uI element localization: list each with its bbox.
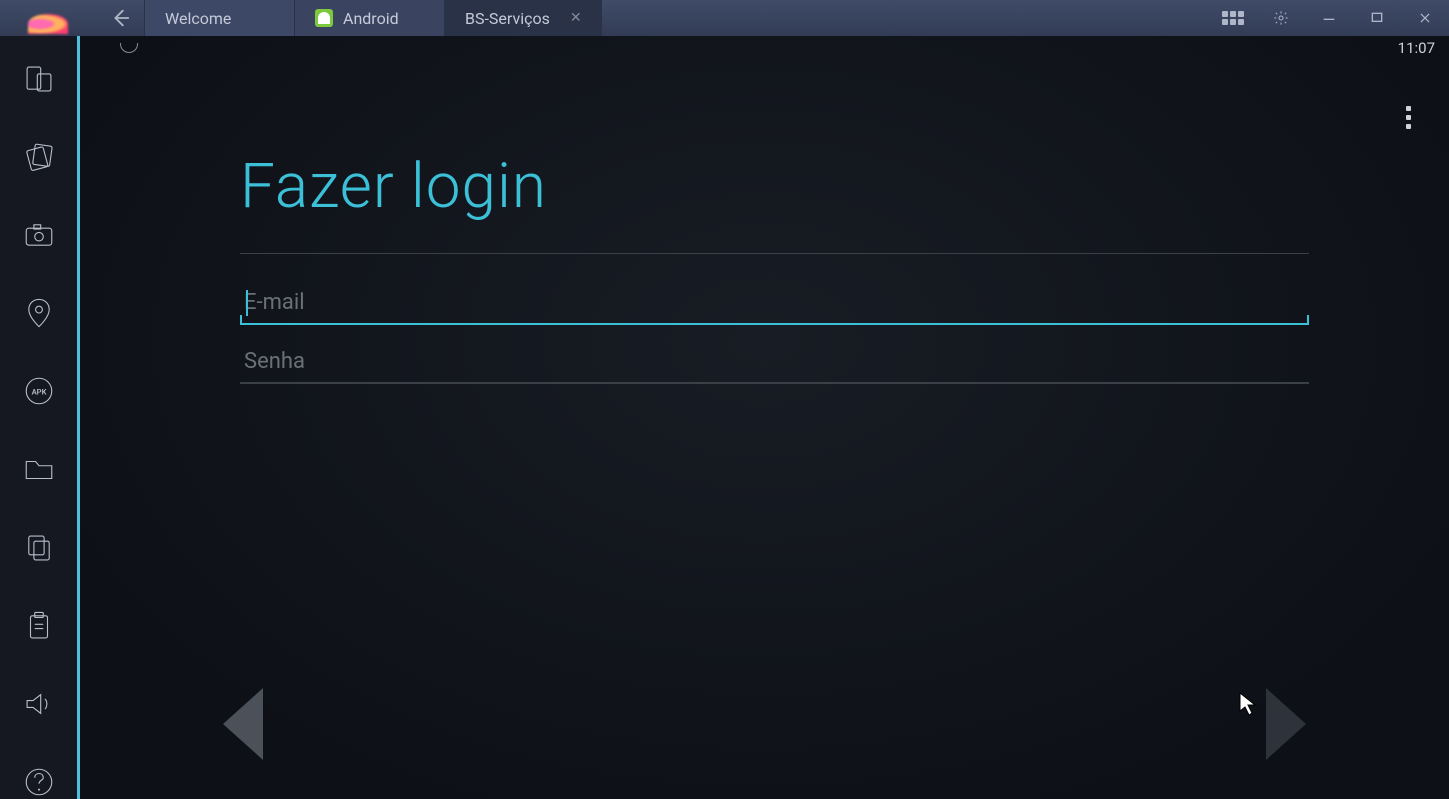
triangle-right-icon bbox=[1252, 682, 1316, 766]
next-button[interactable] bbox=[1249, 679, 1319, 769]
close-icon bbox=[1418, 11, 1432, 25]
password-field-wrapper bbox=[240, 339, 1309, 384]
back-arrow-icon bbox=[109, 7, 131, 29]
tab-welcome[interactable]: Welcome bbox=[144, 0, 294, 36]
screenshot-button[interactable] bbox=[19, 218, 59, 252]
back-button[interactable] bbox=[96, 0, 144, 36]
close-window-button[interactable] bbox=[1401, 0, 1449, 36]
notification-indicator-icon bbox=[120, 43, 138, 53]
shared-folder-button[interactable] bbox=[19, 452, 59, 486]
tab-label: Android bbox=[343, 9, 399, 28]
overflow-menu-button[interactable] bbox=[1396, 96, 1421, 139]
minimize-icon bbox=[1321, 10, 1337, 26]
location-button[interactable] bbox=[19, 296, 59, 330]
apk-icon: APK bbox=[22, 374, 56, 408]
maximize-icon bbox=[1369, 10, 1385, 26]
android-icon bbox=[315, 9, 333, 27]
folder-icon bbox=[22, 453, 56, 487]
keyboard-icon bbox=[1222, 11, 1244, 25]
window-controls bbox=[1209, 0, 1449, 36]
rotate-icon bbox=[22, 140, 56, 174]
overflow-dot-icon bbox=[1406, 106, 1411, 111]
android-statusbar: 11:07 bbox=[80, 36, 1449, 60]
help-button[interactable] bbox=[19, 765, 59, 799]
copy-icon bbox=[22, 531, 56, 565]
apk-install-button[interactable]: APK bbox=[19, 374, 59, 408]
settings-button[interactable] bbox=[1257, 0, 1305, 36]
app-logo bbox=[0, 0, 96, 36]
login-form: Fazer login bbox=[80, 60, 1449, 398]
devices-button[interactable] bbox=[19, 62, 59, 96]
svg-text:APK: APK bbox=[31, 388, 46, 397]
camera-icon bbox=[22, 218, 56, 252]
triangle-left-icon bbox=[213, 682, 277, 766]
overflow-dot-icon bbox=[1406, 124, 1411, 129]
title-divider bbox=[240, 253, 1309, 254]
tab-close-icon[interactable]: ✕ bbox=[560, 10, 582, 26]
paste-button[interactable] bbox=[19, 609, 59, 643]
tab-label: Welcome bbox=[165, 9, 231, 28]
clock: 11:07 bbox=[1398, 39, 1435, 57]
wizard-nav bbox=[80, 679, 1449, 769]
location-icon bbox=[22, 296, 56, 330]
email-input[interactable] bbox=[240, 280, 1309, 325]
volume-button[interactable] bbox=[19, 687, 59, 721]
login-title: Fazer login bbox=[240, 150, 1309, 223]
previous-button[interactable] bbox=[210, 679, 280, 769]
help-icon bbox=[22, 765, 56, 799]
emulator-sidebar: APK bbox=[0, 36, 80, 799]
text-caret bbox=[246, 290, 248, 316]
tab-bs-servicos[interactable]: BS-Serviços ✕ bbox=[444, 0, 602, 36]
gear-icon bbox=[1273, 10, 1289, 26]
titlebar: Welcome Android BS-Serviços ✕ bbox=[0, 0, 1449, 36]
tab-android[interactable]: Android bbox=[294, 0, 444, 36]
password-input[interactable] bbox=[240, 339, 1309, 384]
devices-icon bbox=[22, 62, 56, 96]
copy-button[interactable] bbox=[19, 531, 59, 565]
maximize-button[interactable] bbox=[1353, 0, 1401, 36]
email-field-wrapper bbox=[240, 280, 1309, 325]
overflow-dot-icon bbox=[1406, 115, 1411, 120]
volume-icon bbox=[22, 687, 56, 721]
android-screen: 11:07 Fazer login bbox=[80, 36, 1449, 799]
paste-icon bbox=[22, 609, 56, 643]
keyboard-button[interactable] bbox=[1209, 0, 1257, 36]
tab-strip: Welcome Android BS-Serviços ✕ bbox=[144, 0, 602, 36]
rotate-button[interactable] bbox=[19, 140, 59, 174]
minimize-button[interactable] bbox=[1305, 0, 1353, 36]
tab-label: BS-Serviços bbox=[465, 9, 550, 28]
